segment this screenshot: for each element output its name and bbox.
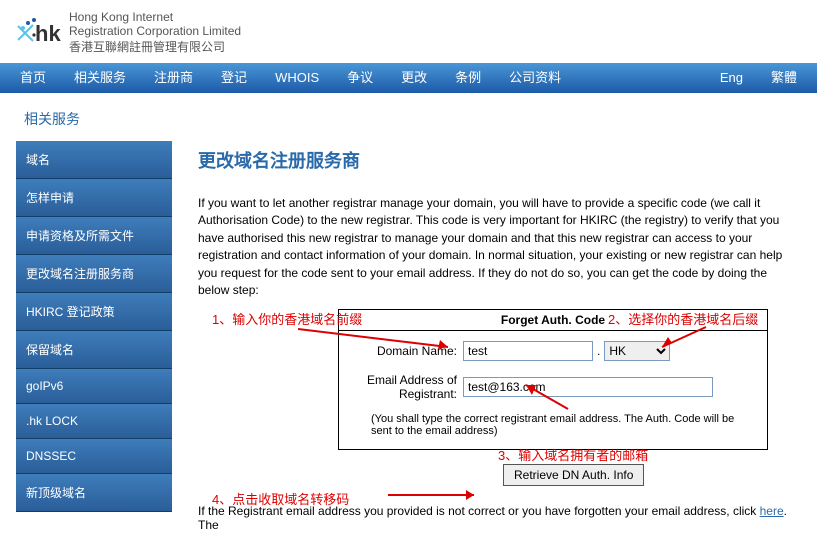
- nav-registrar[interactable]: 注册商: [140, 63, 207, 93]
- lang-eng[interactable]: Eng: [706, 63, 757, 93]
- section-title: 相关服务: [0, 93, 817, 141]
- brand-line1: Hong Kong Internet: [69, 10, 241, 24]
- nav-whois[interactable]: WHOIS: [261, 63, 333, 93]
- sidebar: 域名 怎样申请 申请资格及所需文件 更改域名注册服务商 HKIRC 登记政策 保…: [16, 141, 172, 512]
- retrieve-button[interactable]: Retrieve DN Auth. Info: [503, 464, 644, 486]
- lang-trad[interactable]: 繁體: [757, 63, 811, 93]
- arrow-1-icon: [298, 325, 458, 353]
- sidebar-item-requirements[interactable]: 申请资格及所需文件: [16, 217, 172, 255]
- nav-company[interactable]: 公司资料: [495, 63, 575, 93]
- page-title: 更改域名注册服务商: [198, 147, 795, 173]
- nav-change[interactable]: 更改: [387, 63, 441, 93]
- intro-text: If you want to let another registrar man…: [198, 195, 795, 299]
- nav-dispute[interactable]: 争议: [333, 63, 387, 93]
- nav-register[interactable]: 登记: [207, 63, 261, 93]
- sidebar-item-newtld[interactable]: 新顶级域名: [16, 474, 172, 512]
- arrow-2-icon: [656, 325, 716, 353]
- sidebar-item-dnssec[interactable]: DNSSEC: [16, 439, 172, 474]
- annotation-4: 4、点击收取域名转移码: [212, 489, 349, 508]
- sidebar-item-hklock[interactable]: .hk LOCK: [16, 404, 172, 439]
- nav-services[interactable]: 相关服务: [60, 63, 140, 93]
- annotation-3: 3、输入域名拥有者的邮箱: [498, 445, 648, 464]
- header: hk Hong Kong Internet Registration Corpo…: [0, 0, 817, 63]
- brand-line2: Registration Corporation Limited: [69, 24, 241, 38]
- registrant-email-input[interactable]: [463, 377, 713, 397]
- sidebar-item-domain[interactable]: 域名: [16, 141, 172, 179]
- sidebar-item-hkirc-policy[interactable]: HKIRC 登记政策: [16, 293, 172, 331]
- brand-line3: 香港互聯網註冊管理有限公司: [69, 38, 241, 55]
- sidebar-item-goipv6[interactable]: goIPv6: [16, 369, 172, 404]
- sidebar-item-change-registrar[interactable]: 更改域名注册服务商: [16, 255, 172, 293]
- svg-text:hk: hk: [35, 21, 61, 46]
- email-label: Email Address of Registrant:: [353, 373, 463, 401]
- dot-separator: .: [597, 344, 600, 358]
- sidebar-item-reserved[interactable]: 保留域名: [16, 331, 172, 369]
- navbar: 首页 相关服务 注册商 登记 WHOIS 争议 更改 条例 公司资料 Eng 繁…: [0, 63, 817, 93]
- footer-text: If the Registrant email address you prov…: [198, 504, 795, 532]
- footer-here-link[interactable]: here: [760, 504, 784, 518]
- logo-icon: hk: [15, 13, 63, 53]
- nav-rules[interactable]: 条例: [441, 63, 495, 93]
- brand-text: Hong Kong Internet Registration Corporat…: [69, 10, 241, 55]
- arrow-3-icon: [518, 379, 578, 413]
- main-content: 更改域名注册服务商 If you want to let another reg…: [172, 141, 817, 552]
- sidebar-item-apply[interactable]: 怎样申请: [16, 179, 172, 217]
- domain-name-input[interactable]: [463, 341, 593, 361]
- form-note: (You shall type the correct registrant e…: [353, 413, 753, 437]
- nav-home[interactable]: 首页: [6, 63, 60, 93]
- arrow-4-icon: [388, 487, 484, 503]
